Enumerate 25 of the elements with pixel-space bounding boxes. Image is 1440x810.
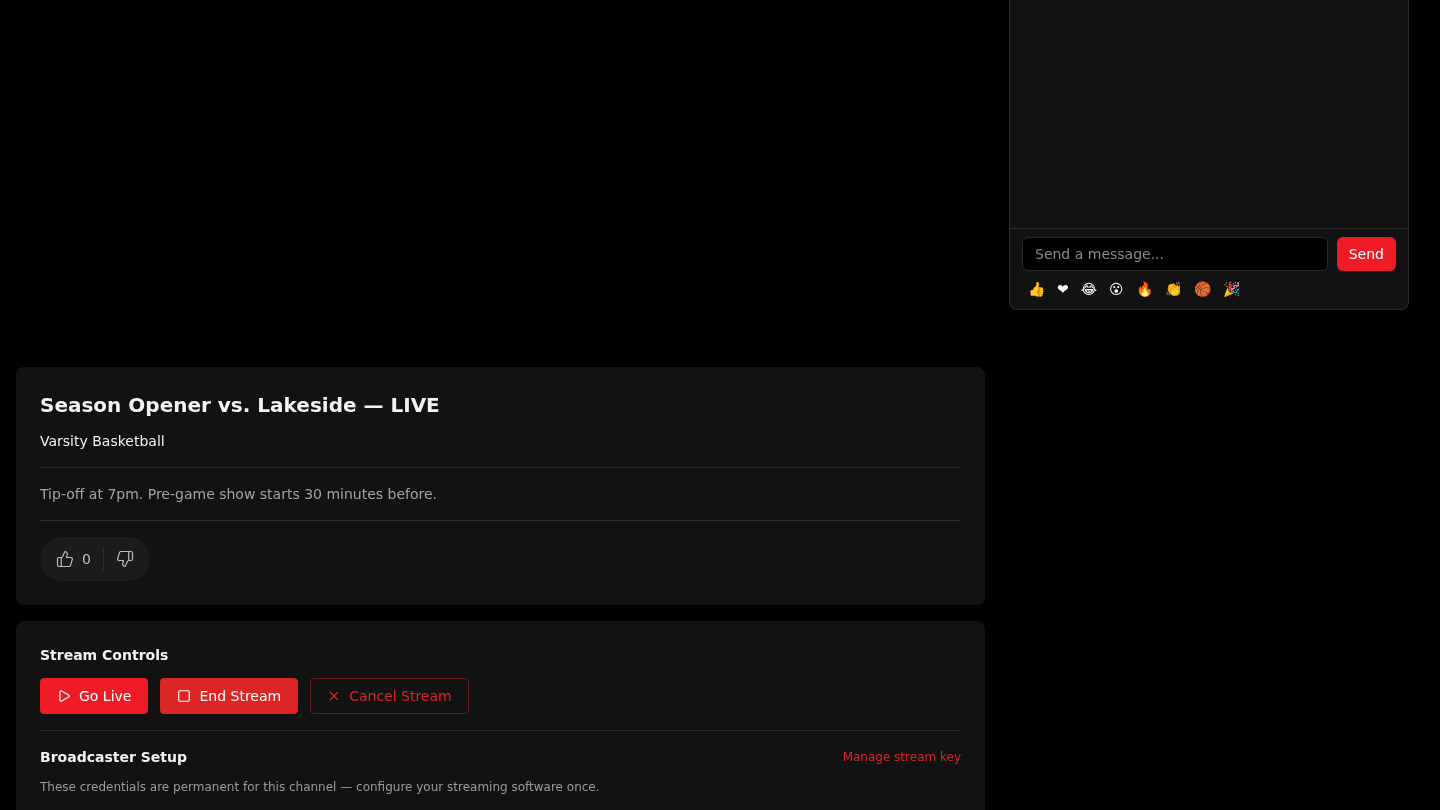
thumbs-up-icon: [56, 550, 74, 568]
emoji-button[interactable]: 👍: [1026, 279, 1047, 299]
play-icon: [57, 689, 71, 703]
emoji-button[interactable]: 🏀: [1191, 279, 1213, 299]
send-button[interactable]: Send: [1336, 237, 1396, 271]
emoji-button[interactable]: 😮: [1107, 279, 1126, 299]
square-icon: [177, 689, 192, 703]
section-heading: Stream Controls: [40, 646, 170, 665]
event-title: Season Opener vs. Lakeside — LIVE: [40, 392, 441, 419]
emoji-button[interactable]: 👏: [1162, 279, 1184, 299]
emoji-button[interactable]: 🔥: [1133, 279, 1155, 299]
event-description: Tip-off at 7pm. Pre-game show starts 30 minutes before.: [40, 485, 439, 504]
stream-button[interactable]: Go Live: [40, 678, 149, 714]
emoji-button[interactable]: 😂: [1078, 279, 1100, 299]
emoji-button[interactable]: 🎉: [1220, 279, 1242, 299]
setup-description: These credentials are permanent for this channel — configure your streaming software once.: [40, 779, 601, 795]
thumbs-down-icon: [115, 550, 134, 568]
emoji-button[interactable]: ❤: [1055, 279, 1071, 299]
stream-button[interactable]: Cancel Stream: [310, 678, 469, 714]
manage-key-link[interactable]: Manage stream key: [842, 749, 961, 765]
stream-button[interactable]: End Stream: [160, 678, 299, 714]
like-button[interactable]: 0: [40, 537, 103, 581]
section-heading: Broadcaster Setup: [40, 748, 187, 767]
event-category: Varsity Basketball: [40, 432, 166, 451]
message-input[interactable]: Send a message...: [1022, 237, 1328, 271]
